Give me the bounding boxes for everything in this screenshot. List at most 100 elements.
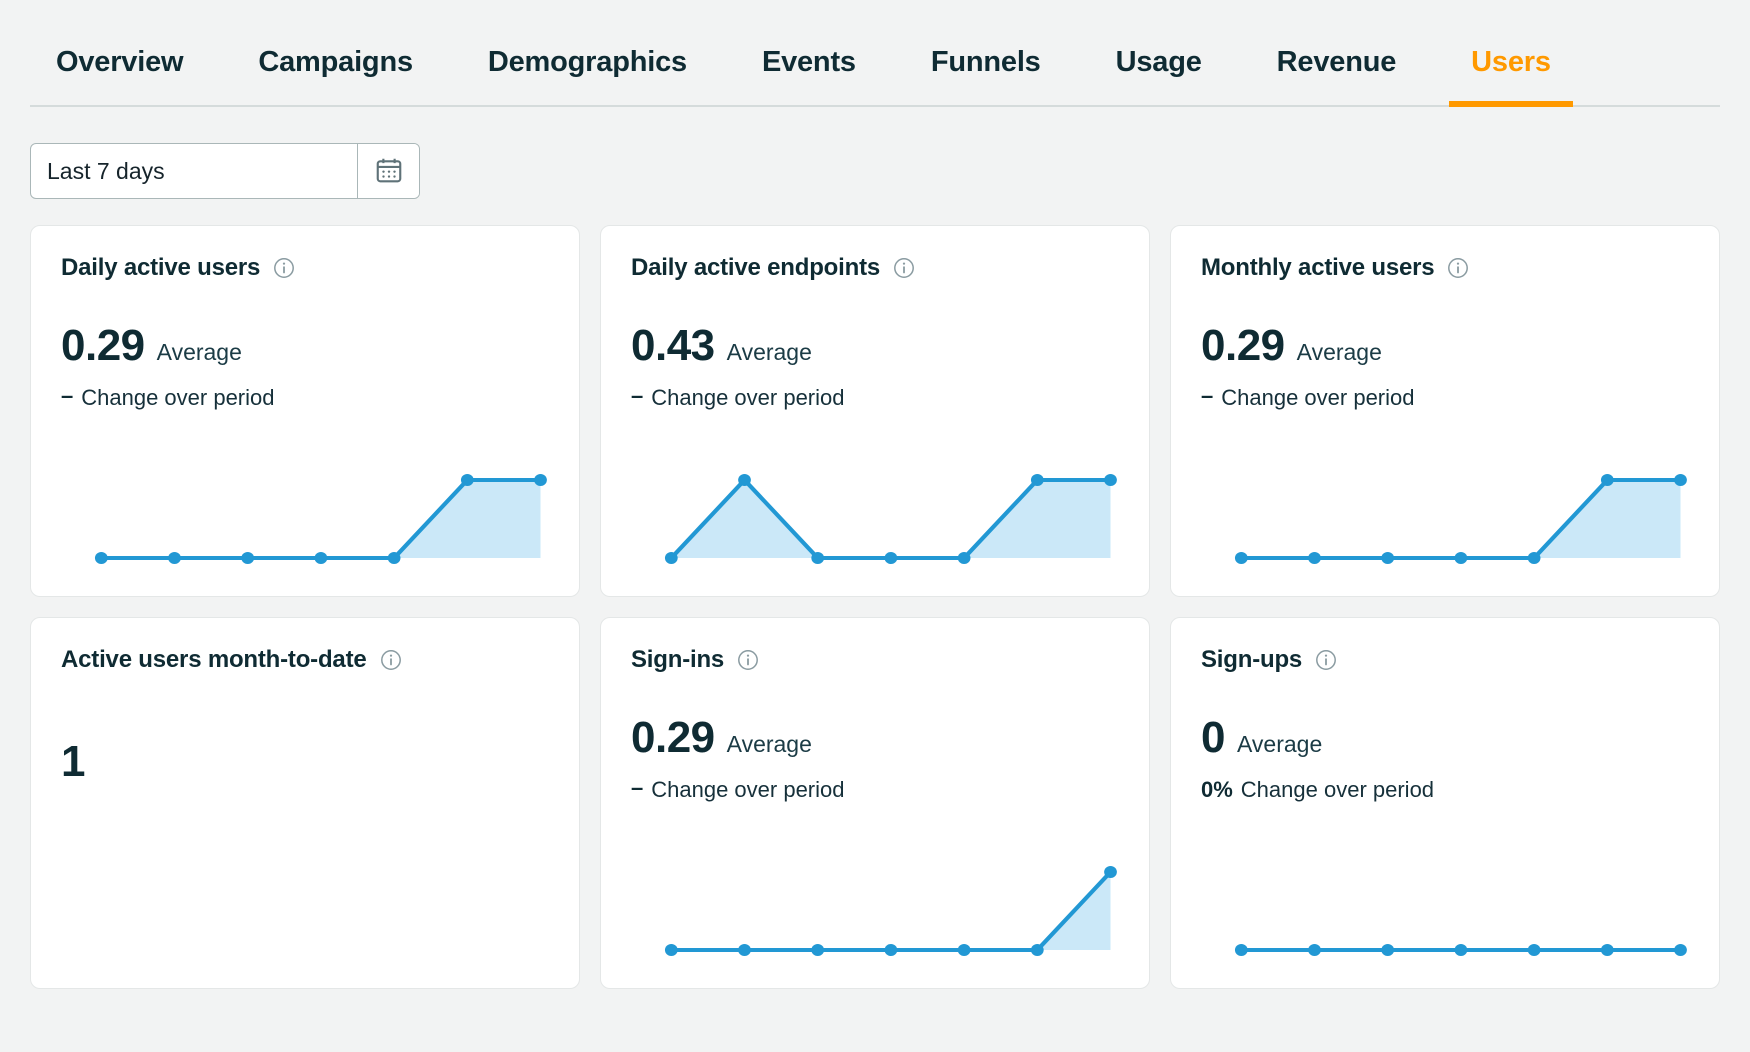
- data-point[interactable]: [534, 474, 547, 486]
- data-point[interactable]: [957, 944, 971, 956]
- info-icon[interactable]: [893, 257, 915, 279]
- info-icon[interactable]: [380, 649, 402, 671]
- data-point[interactable]: [1527, 944, 1541, 956]
- data-point[interactable]: [314, 552, 328, 564]
- card-header: Sign-ups: [1201, 646, 1689, 674]
- metric-card-sign-ups: Sign-ups 0 Average 0% Change over period: [1170, 617, 1720, 989]
- data-point[interactable]: [884, 944, 898, 956]
- change-over-period: – Change over period: [631, 775, 1119, 803]
- metric-summary: 0.43 Average: [631, 324, 1119, 368]
- area-fill: [101, 480, 541, 558]
- sparkline-chart[interactable]: [1201, 858, 1689, 968]
- tab-overview[interactable]: Overview: [56, 46, 184, 105]
- data-point[interactable]: [811, 944, 825, 956]
- data-point[interactable]: [884, 552, 898, 564]
- tab-demographics[interactable]: Demographics: [488, 46, 687, 105]
- sparkline-svg: [664, 866, 1117, 956]
- data-point[interactable]: [811, 552, 825, 564]
- data-point[interactable]: [738, 944, 751, 956]
- change-delta: 0%: [1201, 777, 1233, 802]
- tab-events[interactable]: Events: [762, 46, 856, 105]
- change-label: Change over period: [1240, 777, 1435, 802]
- calendar-button[interactable]: [357, 144, 419, 198]
- data-point[interactable]: [1527, 552, 1541, 564]
- card-header: Active users month-to-date: [61, 646, 549, 674]
- data-point[interactable]: [664, 944, 678, 956]
- sparkline-svg: [1234, 944, 1687, 956]
- metric-card-active-users-month-to-date: Active users month-to-date 1: [30, 617, 580, 989]
- info-icon[interactable]: [1447, 257, 1469, 279]
- metric-unit-label: Average: [1236, 731, 1323, 757]
- metric-value: 0: [1201, 713, 1225, 762]
- metric-unit-label: Average: [726, 339, 812, 365]
- data-point[interactable]: [1600, 474, 1614, 486]
- sparkline-svg: [664, 474, 1117, 564]
- data-point[interactable]: [1600, 944, 1614, 956]
- metric-unit-label: Average: [726, 731, 812, 757]
- change-over-period: – Change over period: [61, 383, 549, 411]
- data-point[interactable]: [1454, 552, 1468, 564]
- sparkline-chart[interactable]: [631, 858, 1119, 968]
- data-point[interactable]: [957, 552, 971, 564]
- sparkline-chart[interactable]: [1201, 466, 1689, 576]
- metric-summary: 0.29 Average: [1201, 324, 1689, 368]
- sparkline-placeholder: [61, 858, 549, 968]
- data-point[interactable]: [241, 552, 255, 564]
- metric-card-sign-ins: Sign-ins 0.29 Average – Change over period: [600, 617, 1150, 989]
- card-title: Monthly active users: [1201, 254, 1435, 281]
- date-range-input[interactable]: [31, 144, 357, 198]
- data-point[interactable]: [1308, 944, 1321, 956]
- data-point[interactable]: [1308, 552, 1321, 564]
- change-over-period: 0% Change over period: [1201, 777, 1689, 803]
- data-point[interactable]: [1104, 866, 1117, 878]
- card-title: Sign-ups: [1201, 646, 1303, 673]
- change-label: Change over period: [81, 385, 275, 410]
- data-point[interactable]: [387, 552, 401, 564]
- metric-value: 0.29: [61, 321, 145, 370]
- main-tab-bar: Overview Campaigns Demographics Events Funne…: [30, 0, 1720, 107]
- tab-funnels[interactable]: Funnels: [931, 46, 1041, 105]
- data-point[interactable]: [664, 552, 678, 564]
- data-point[interactable]: [1234, 552, 1248, 564]
- metric-unit-label: Average: [156, 339, 242, 365]
- data-point[interactable]: [1454, 944, 1468, 956]
- change-label: Change over period: [651, 385, 845, 410]
- data-point[interactable]: [460, 474, 474, 486]
- tab-users[interactable]: Users: [1449, 46, 1573, 107]
- metric-summary: 0.29 Average: [61, 324, 549, 368]
- data-point[interactable]: [1030, 474, 1044, 486]
- tab-usage[interactable]: Usage: [1116, 46, 1202, 105]
- data-point[interactable]: [1030, 944, 1044, 956]
- info-icon[interactable]: [737, 649, 759, 671]
- card-title: Daily active users: [61, 254, 261, 281]
- date-range-picker[interactable]: [30, 143, 420, 199]
- card-title: Sign-ins: [631, 646, 725, 673]
- metric-value: 1: [61, 737, 86, 786]
- info-icon[interactable]: [1315, 649, 1337, 671]
- card-header: Daily active endpoints: [631, 254, 1119, 282]
- sparkline-svg: [1234, 474, 1687, 564]
- card-header: Monthly active users: [1201, 254, 1689, 282]
- data-point[interactable]: [1381, 552, 1395, 564]
- data-point[interactable]: [738, 474, 751, 486]
- calendar-icon: [374, 155, 404, 188]
- data-point[interactable]: [1674, 474, 1687, 486]
- sparkline-chart[interactable]: [61, 466, 549, 576]
- metric-card-daily-active-users: Daily active users 0.29 Average – Change ove…: [30, 225, 580, 597]
- data-point[interactable]: [168, 552, 181, 564]
- change-label: Change over period: [651, 777, 845, 802]
- tab-list: Overview Campaigns Demographics Events Funne…: [30, 0, 1573, 107]
- change-over-period: – Change over period: [1201, 383, 1689, 411]
- data-point[interactable]: [1234, 944, 1248, 956]
- change-over-period: – Change over period: [631, 383, 1119, 411]
- data-point[interactable]: [1104, 474, 1117, 486]
- metric-card-monthly-active-users: Monthly active users 0.29 Average – Change o…: [1170, 225, 1720, 597]
- tab-campaigns[interactable]: Campaigns: [258, 46, 413, 105]
- sparkline-chart[interactable]: [631, 466, 1119, 576]
- info-icon[interactable]: [273, 257, 295, 279]
- tab-revenue[interactable]: Revenue: [1277, 46, 1397, 105]
- data-point[interactable]: [1674, 944, 1687, 956]
- data-point[interactable]: [1381, 944, 1395, 956]
- data-point[interactable]: [94, 552, 108, 564]
- metric-value: 0.29: [631, 713, 715, 762]
